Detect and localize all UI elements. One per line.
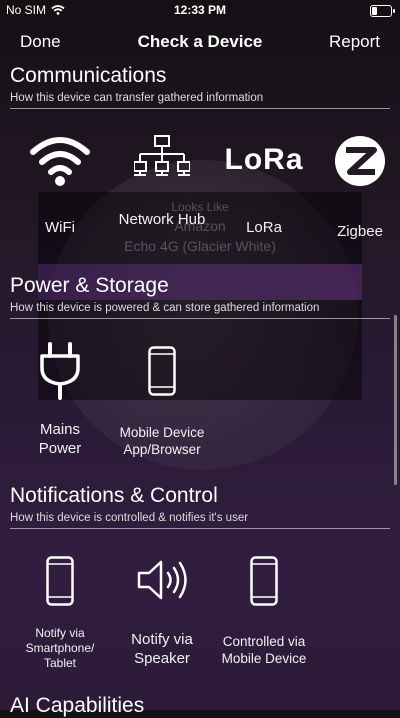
notify-item-speaker[interactable]: Notify via Speaker [114, 556, 210, 668]
section-title-ai: AI Capabilities [10, 694, 145, 717]
nav-bar: Done Check a Device Report [0, 26, 400, 58]
notify-item-label: Notify via Smartphone/ Tablet [25, 626, 95, 670]
done-button[interactable]: Done [20, 32, 61, 52]
comm-item-label: Network Hub [118, 211, 206, 228]
section-title-notifications: Notifications & Control [10, 484, 218, 507]
section-subtitle-notifications: How this device is controlled & notifies… [10, 512, 249, 524]
notify-item-label: Notify via Speaker [131, 631, 193, 667]
wifi-icon [30, 137, 90, 186]
comm-item-label: Zigbee [337, 223, 383, 240]
section-subtitle-communications: How this device can transfer gathered in… [10, 92, 264, 104]
match-model: Echo 4G (Glacier White) [124, 238, 276, 254]
speaker-icon [137, 560, 187, 600]
notify-item-label: Controlled via Mobile Device [221, 634, 307, 666]
divider [10, 318, 390, 319]
divider [10, 528, 390, 529]
plug-icon [40, 342, 80, 400]
power-item-mains[interactable]: Mains Power [24, 342, 96, 458]
divider [10, 108, 390, 109]
phone-icon [148, 346, 176, 396]
notify-item-controlled[interactable]: Controlled via Mobile Device [208, 556, 320, 667]
scrollbar[interactable] [394, 315, 397, 485]
notify-item-smartphone[interactable]: Notify via Smartphone/ Tablet [20, 556, 100, 671]
power-item-mobile[interactable]: Mobile Device App/Browser [108, 346, 216, 458]
comm-item-lora[interactable]: LoRa LoRa [218, 138, 310, 237]
section-title-power: Power & Storage [10, 274, 169, 297]
lora-icon: LoRa [218, 138, 310, 186]
battery-icon [370, 5, 395, 17]
phone-icon [250, 556, 278, 606]
phone-icon [46, 556, 74, 606]
status-time: 12:33 PM [173, 3, 227, 17]
section-title-communications: Communications [10, 64, 167, 87]
power-item-label: Mobile Device App/Browser [119, 425, 205, 457]
zigbee-icon [335, 136, 385, 186]
report-button[interactable]: Report [329, 32, 380, 52]
section-subtitle-power: How this device is powered & can store g… [10, 302, 320, 314]
power-item-label: Mains Power [38, 421, 82, 457]
comm-item-label: LoRa [246, 219, 282, 236]
battery-fill [372, 7, 378, 15]
comm-item-wifi[interactable]: WiFi [20, 132, 100, 237]
network-hub-icon [134, 135, 190, 176]
comm-item-network-hub[interactable]: Network Hub [112, 134, 212, 229]
comm-item-label: WiFi [45, 219, 75, 236]
lora-logo-text: LoRa [224, 143, 304, 176]
status-bar: No SIM 12:33 PM [0, 0, 400, 20]
comm-item-zigbee[interactable]: Zigbee [322, 134, 398, 241]
